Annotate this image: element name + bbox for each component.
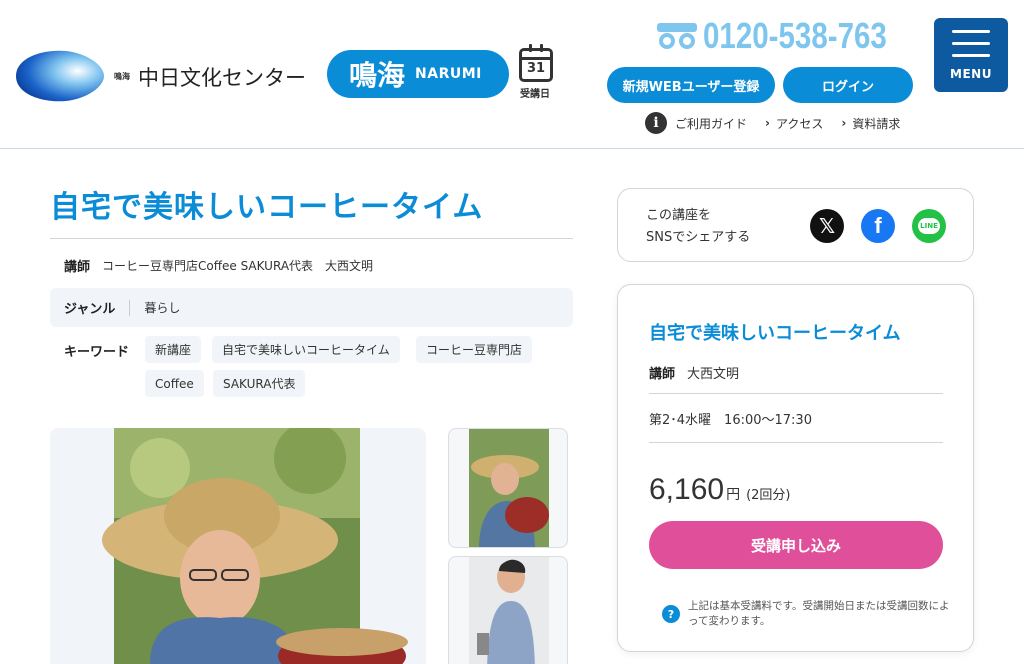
request-link[interactable]: › 資料請求 <box>841 115 900 132</box>
access-link-label: アクセス <box>775 116 824 131</box>
course-title: 自宅で美味しいコーヒータイム <box>50 190 484 225</box>
genre-row: ジャンル 暮らし <box>50 288 573 327</box>
teacher-label: 講師 <box>64 260 91 275</box>
card-divider <box>649 393 943 394</box>
price-note-text: 上記は基本受講料です。受講開始日または受講回数によって変わります。 <box>688 600 950 627</box>
chevron-right-icon: › <box>765 116 770 130</box>
apply-button[interactable]: 受講申し込み <box>649 521 943 569</box>
guide-link-label: ご利用ガイド <box>675 116 748 131</box>
card-course-title: 自宅で美味しいコーヒータイム <box>649 323 901 344</box>
price-sessions: (2回分) <box>746 488 791 503</box>
login-button[interactable]: ログイン <box>783 67 913 103</box>
instructor-photo <box>102 428 408 664</box>
title-divider <box>50 238 573 239</box>
guide-link[interactable]: i ご利用ガイド <box>645 112 747 134</box>
thumbnail-image[interactable] <box>448 556 568 664</box>
phone-number-link[interactable]: 0120-538-763 <box>657 15 927 56</box>
chunichi-logo-icon[interactable] <box>14 47 106 105</box>
phone-number: 0120-538-763 <box>703 15 887 56</box>
sns-share-card: この講座を SNSでシェアする 𝕏 f LINE <box>617 188 974 262</box>
menu-button[interactable]: MENU <box>934 18 1008 92</box>
thumbnail-image[interactable] <box>448 428 568 548</box>
card-teacher-label: 講師 <box>649 367 676 382</box>
card-schedule: 第2･4水曜 16:00〜17:30 <box>649 413 812 428</box>
teacher-row: 講師 コーヒー豆専門店Coffee SAKURA代表 大西文明 <box>64 256 373 275</box>
keyword-tag[interactable]: Coffee <box>145 370 204 397</box>
site-header: 鳴海 中日文化センター 鳴海 NARUMI 31 受講日 0120-538-76… <box>0 0 1024 149</box>
main-course-photo[interactable] <box>50 428 426 664</box>
line-share-icon[interactable]: LINE <box>912 209 946 243</box>
logo-wordmark[interactable]: 中日文化センター <box>138 62 306 92</box>
sns-share-text: この講座を SNSでシェアする <box>646 208 751 245</box>
logo-branch-small: 鳴海 <box>114 72 130 81</box>
card-teacher-name: 大西文明 <box>687 367 740 382</box>
schedule-link[interactable]: 31 受講日 <box>518 44 554 104</box>
x-share-icon[interactable]: 𝕏 <box>810 209 844 243</box>
course-summary-card: 自宅で美味しいコーヒータイム 講師 大西文明 第2･4水曜 16:00〜17:3… <box>617 284 974 652</box>
branch-name-roman: NARUMI <box>415 66 482 82</box>
keyword-tag[interactable]: 新講座 <box>145 336 202 363</box>
card-teacher-row: 講師 大西文明 <box>649 363 739 382</box>
access-link[interactable]: › アクセス <box>765 115 823 132</box>
price-unit: 円 <box>726 487 741 503</box>
hamburger-icon <box>952 30 990 33</box>
calendar-number: 31 <box>526 61 546 76</box>
header-sublinks: i ご利用ガイド › アクセス › 資料請求 <box>645 112 918 134</box>
price-amount: 6,160 <box>649 473 725 506</box>
teacher-value: コーヒー豆専門店Coffee SAKURA代表 大西文明 <box>102 259 374 273</box>
genre-divider <box>129 299 131 316</box>
price-note: ? 上記は基本受講料です。受講開始日または受講回数によって変わります。 <box>662 599 952 629</box>
genre-value[interactable]: 暮らし <box>144 299 180 316</box>
branch-badge[interactable]: 鳴海 NARUMI <box>327 50 509 98</box>
thumbnail-photo-2 <box>469 557 549 664</box>
menu-label: MENU <box>950 67 992 81</box>
chevron-right-icon: › <box>841 116 847 130</box>
branch-name-kanji: 鳴海 <box>349 59 406 92</box>
free-dial-icon <box>657 23 697 49</box>
card-divider <box>649 442 943 443</box>
keyword-tag[interactable]: コーヒー豆専門店 <box>416 336 533 363</box>
card-price: 6,160 円 (2回分) <box>649 473 791 507</box>
thumbnail-photo-1 <box>469 429 549 547</box>
keyword-tag[interactable]: 自宅で美味しいコーヒータイム <box>212 336 400 363</box>
calendar-label: 受講日 <box>520 89 550 100</box>
keyword-tag[interactable]: SAKURA代表 <box>213 370 306 397</box>
genre-label: ジャンル <box>64 302 116 317</box>
register-button[interactable]: 新規WEBユーザー登録 <box>607 67 775 103</box>
line-logo-text: LINE <box>918 218 940 234</box>
facebook-share-icon[interactable]: f <box>861 209 895 243</box>
question-icon: ? <box>662 605 680 623</box>
calendar-icon: 31 <box>519 44 553 82</box>
info-icon: i <box>645 112 667 134</box>
request-link-label: 資料請求 <box>852 116 901 131</box>
keyword-label: キーワード <box>64 345 130 360</box>
